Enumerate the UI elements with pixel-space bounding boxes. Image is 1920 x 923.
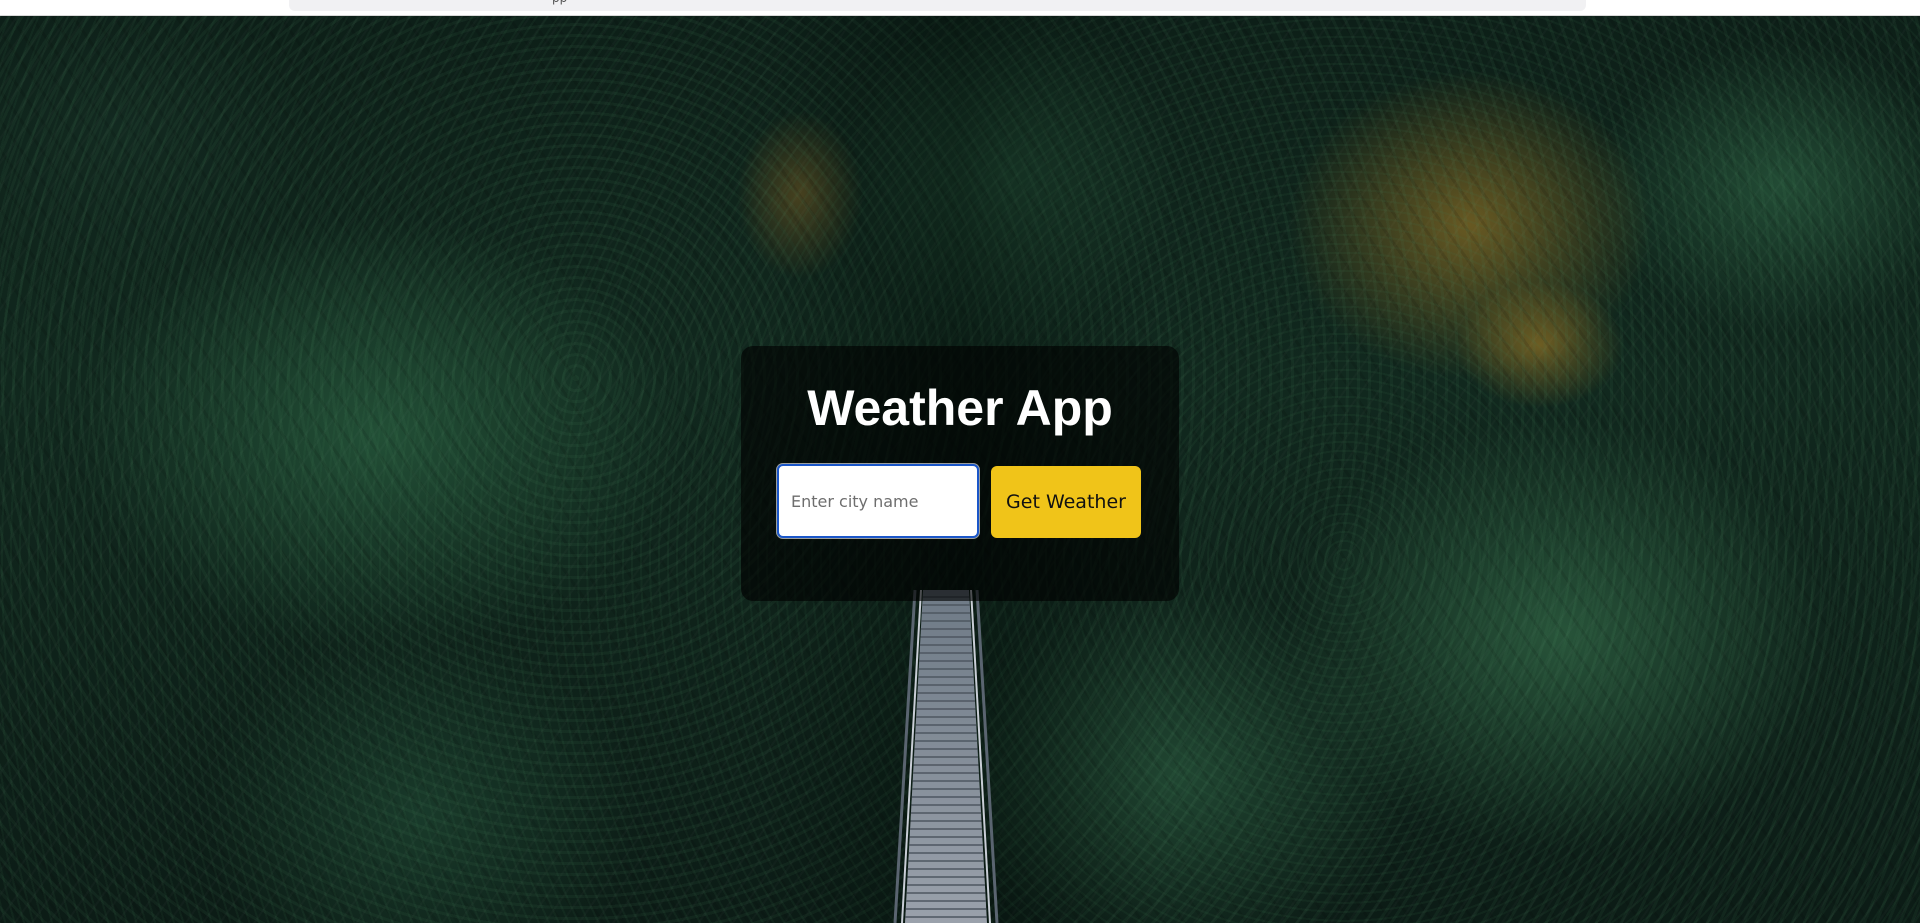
city-search-input[interactable] [777, 464, 979, 538]
app-title: Weather App [807, 380, 1113, 436]
browser-top-strip: pp [0, 0, 1920, 16]
weather-card: Weather App Get Weather [741, 346, 1179, 601]
suspension-bridge-image [893, 590, 999, 923]
address-bar-fragment[interactable]: pp [289, 0, 1586, 11]
page: pp Weather App Get Weather [0, 0, 1920, 923]
get-weather-button[interactable]: Get Weather [991, 466, 1141, 538]
address-bar-text: pp [552, 0, 567, 5]
